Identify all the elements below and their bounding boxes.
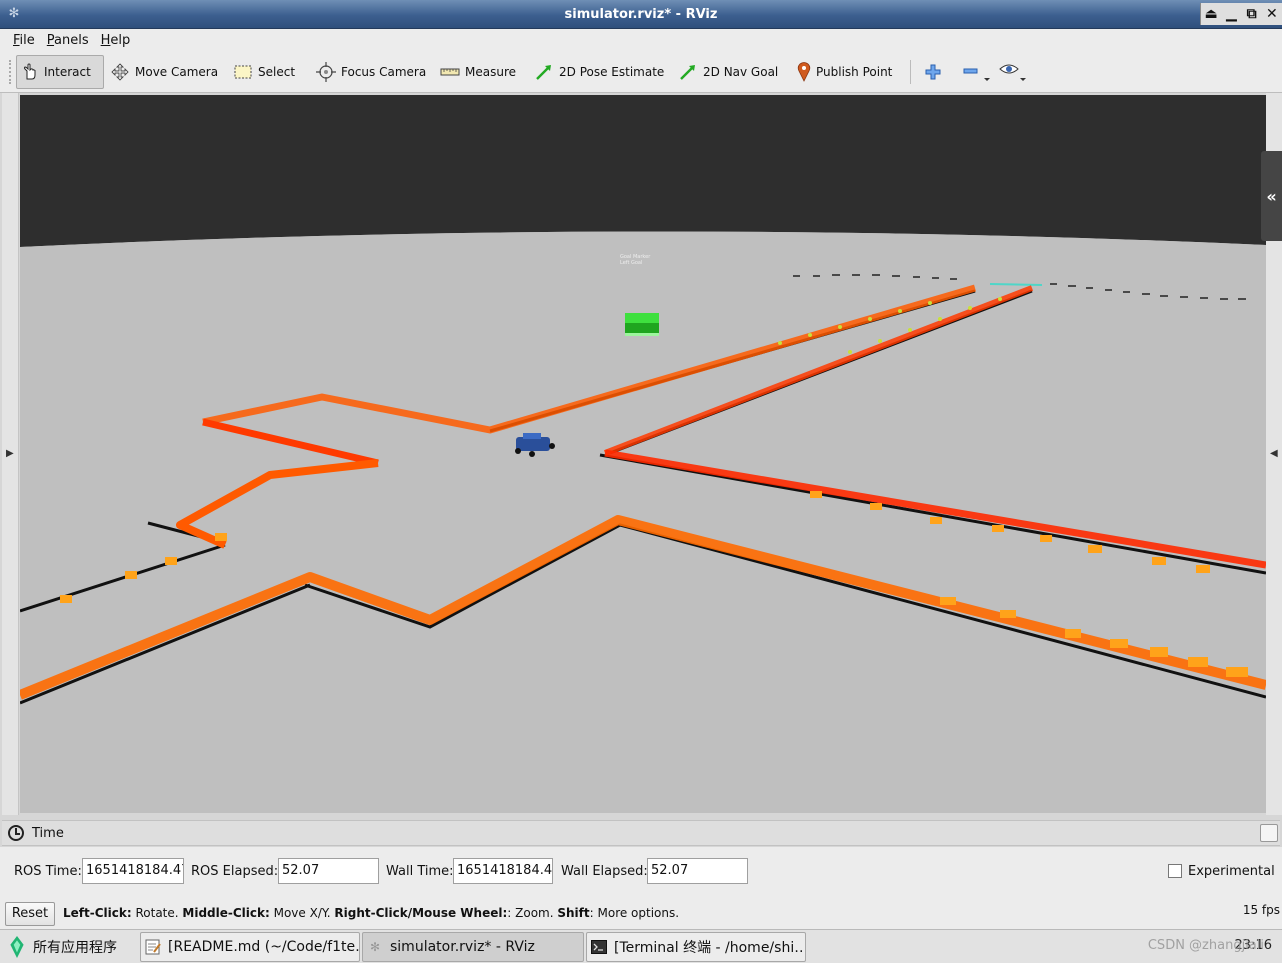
add-tool-button[interactable] [920, 55, 946, 89]
collapse-views-button[interactable]: « [1261, 151, 1282, 241]
tool-2d-pose-estimate-label: 2D Pose Estimate [559, 65, 665, 79]
menu-help[interactable]: Help [95, 33, 137, 48]
plus-icon [925, 64, 941, 80]
start-menu-label: 所有应用程序 [33, 940, 117, 956]
menu-file[interactable]: File [7, 33, 41, 48]
experimental-checkbox[interactable] [1168, 864, 1182, 878]
hint-left-click-key: Left-Click: [63, 906, 132, 920]
wall-time-field[interactable]: 1651418184.48 [453, 858, 553, 884]
taskbar-item-terminal[interactable]: [Terminal 终端 - /home/shi… [586, 932, 806, 962]
taskbar-item-rviz-label: simulator.rviz* - RViz [390, 939, 535, 955]
tools-toolbar: Interact Move Camera Select Focus Camera [0, 51, 1282, 93]
ros-time-label: ROS Time: [14, 864, 82, 879]
tool-interact-label: Interact [44, 65, 91, 79]
tool-2d-nav-goal-label: 2D Nav Goal [703, 65, 779, 79]
tool-measure[interactable]: Measure [436, 55, 520, 89]
tool-move-camera-label: Move Camera [135, 65, 219, 79]
tool-measure-label: Measure [465, 65, 516, 79]
tool-focus-camera[interactable]: Focus Camera [312, 55, 430, 89]
tool-publish-point-label: Publish Point [816, 65, 893, 79]
map-pin-icon [797, 62, 811, 82]
expand-right-icon[interactable]: ◀ [1270, 448, 1278, 459]
hint-middle-click-text: Move X/Y. [269, 906, 335, 920]
rviz-scene[interactable]: Goal Marker Left Goal [20, 95, 1266, 813]
ruler-icon [440, 68, 460, 76]
tool-focus-camera-label: Focus Camera [341, 65, 427, 79]
window-controls: ⏏ ▁ ⧉ ✕ [1200, 3, 1282, 25]
nav-goal-arrow-icon [680, 65, 695, 80]
close-icon[interactable]: ✕ [1263, 6, 1281, 22]
reset-button[interactable]: Reset [5, 902, 55, 926]
wall-time-label: Wall Time: [386, 864, 454, 879]
start-menu-button[interactable]: 所有应用程序 [8, 932, 136, 962]
title-bar[interactable]: ✻ simulator.rviz* - RViz ⏏ ▁ ⧉ ✕ [0, 0, 1282, 29]
tool-properties-button[interactable] [992, 55, 1034, 89]
render-area: ▶ Goal Marker Left Goal ◀ « [0, 93, 1282, 815]
tool-publish-point[interactable]: Publish Point [793, 55, 896, 89]
terminal-icon [591, 940, 607, 954]
hint-middle-click-key: Middle-Click: [182, 906, 270, 920]
experimental-label: Experimental [1188, 864, 1275, 879]
background-sky [20, 95, 1266, 247]
expand-left-icon[interactable]: ▶ [6, 448, 14, 459]
tool-interact[interactable]: Interact [16, 55, 104, 89]
start-menu-icon [10, 936, 24, 958]
hand-icon [24, 63, 36, 80]
menu-panels[interactable]: Panels [41, 33, 95, 48]
time-panel-close-button[interactable] [1260, 824, 1278, 842]
hint-right-click-text: : Zoom. [507, 906, 558, 920]
hint-right-click-key: Right-Click/Mouse Wheel: [334, 906, 508, 920]
maximize-icon[interactable]: ⧉ [1243, 6, 1261, 22]
desktop-taskbar: 所有应用程序 [README.md (~/Code/f1te… ✻ simula… [0, 929, 1282, 963]
eye-icon [999, 64, 1026, 81]
tool-move-camera[interactable]: Move Camera [106, 55, 222, 89]
move-camera-icon [111, 63, 129, 81]
tool-2d-pose-estimate[interactable]: 2D Pose Estimate [530, 55, 668, 89]
tool-select-label: Select [258, 65, 296, 79]
ros-elapsed-label: ROS Elapsed: [191, 864, 279, 879]
text-editor-icon [145, 939, 161, 955]
shade-icon[interactable]: ⏏ [1202, 6, 1220, 22]
toolbar-grip[interactable] [9, 60, 13, 84]
taskbar-item-readme-label: [README.md (~/Code/f1te… [168, 939, 360, 955]
taskbar-item-terminal-label: [Terminal 终端 - /home/shi… [614, 940, 806, 956]
left-dock-splitter[interactable]: ▶ [2, 93, 19, 815]
status-bar: Reset Left-Click: Rotate. Middle-Click: … [0, 897, 1282, 929]
tool-2d-nav-goal[interactable]: 2D Nav Goal [674, 55, 782, 89]
tool-select[interactable]: Select [229, 55, 299, 89]
wall-elapsed-field[interactable]: 52.07 [647, 858, 748, 884]
csdn-watermark: CSDN @zhangjiali [1147, 938, 1264, 953]
goal-marker-sublabel: Left Goal [620, 260, 642, 266]
taskbar-item-readme[interactable]: [README.md (~/Code/f1te… [140, 932, 360, 962]
goal-box-marker [625, 313, 659, 336]
minimize-icon[interactable]: ▁ [1222, 6, 1240, 22]
rviz-window: ✻ simulator.rviz* - RViz ⏏ ▁ ⧉ ✕ File Pa… [0, 0, 1282, 963]
fps-readout: 15 fps [1242, 903, 1280, 917]
rviz-icon: ✻ [369, 940, 381, 954]
minus-icon [963, 68, 990, 81]
hint-shift-text: : More options. [589, 906, 680, 920]
toolbar-separator [910, 60, 911, 84]
taskbar-item-rviz[interactable]: ✻ simulator.rviz* - RViz [362, 932, 584, 962]
time-panel-title: Time [32, 825, 64, 841]
ros-time-field[interactable]: 1651418184.47 [82, 858, 184, 884]
3d-viewport[interactable]: Goal Marker Left Goal [20, 95, 1266, 813]
time-panel-header: Time [2, 820, 1280, 846]
window-title: simulator.rviz* - RViz [564, 7, 718, 22]
pose-arrow-icon [536, 65, 551, 80]
hint-left-click-text: Rotate. [131, 906, 183, 920]
focus-camera-icon [316, 62, 336, 82]
clock-icon [8, 825, 24, 841]
select-box-icon [234, 65, 252, 79]
hint-shift-key: Shift [557, 906, 590, 920]
mouse-hint-text: Left-Click: Rotate. Middle-Click: Move X… [63, 906, 679, 920]
wall-elapsed-label: Wall Elapsed: [561, 864, 648, 879]
menu-bar: File Panels Help [0, 29, 1282, 51]
planned-path [989, 283, 1043, 286]
remove-tool-button[interactable] [956, 55, 994, 89]
ros-elapsed-field[interactable]: 52.07 [278, 858, 379, 884]
time-panel: ROS Time: 1651418184.47 ROS Elapsed: 52.… [0, 847, 1282, 897]
